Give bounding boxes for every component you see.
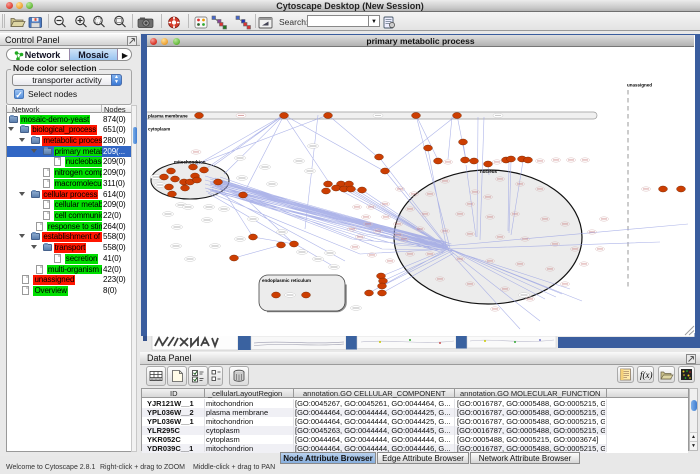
svg-text:plasma membrane: plasma membrane	[148, 113, 188, 118]
svg-text:endoplasmic reticulum: endoplasmic reticulum	[262, 278, 311, 283]
svg-text:f(x): f(x)	[640, 370, 653, 380]
svg-text:unassigned: unassigned	[627, 83, 652, 88]
svg-text:mitochondrion: mitochondrion	[174, 160, 206, 165]
svg-text:cytoplasm: cytoplasm	[148, 127, 170, 132]
svg-text:nucleus: nucleus	[480, 169, 498, 174]
